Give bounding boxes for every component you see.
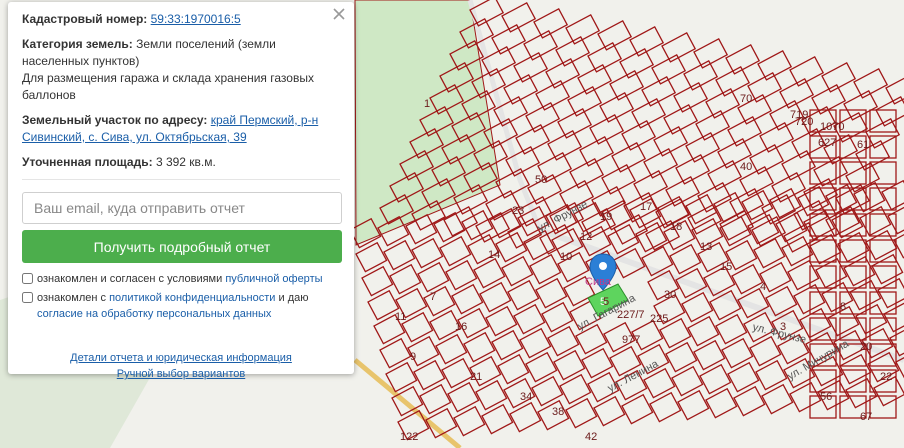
- report-details-link[interactable]: Детали отчета и юридическая информация: [70, 350, 292, 366]
- consent2-text-a: ознакомлен с: [37, 292, 107, 304]
- category-label: Категория земель:: [22, 37, 133, 51]
- cadastral-label: Кадастровый номер:: [22, 12, 148, 26]
- consent1-text: ознакомлен и согласен с условиями: [37, 273, 223, 285]
- parcel-number-label: 16: [455, 321, 467, 333]
- parcel-number-label: 20: [860, 341, 872, 353]
- parcel-number-label: 627: [818, 137, 836, 149]
- parcel-number-label: 34: [520, 391, 532, 403]
- parcel-number-label: 56: [820, 391, 832, 403]
- personal-data-consent-link[interactable]: согласие на обработку персональных данны…: [37, 308, 271, 320]
- privacy-checkbox[interactable]: [22, 292, 33, 303]
- parcel-number-label: 23: [512, 205, 524, 217]
- parcel-number-label: 70: [740, 93, 752, 105]
- offer-checkbox[interactable]: [22, 273, 33, 284]
- address-row: Земельный участок по адресу: край Пермск…: [22, 112, 340, 146]
- parcel-number-label: 13: [700, 241, 712, 253]
- parcel-number-label: 18: [670, 221, 682, 233]
- parcel-number-label: 21: [470, 371, 482, 383]
- parcel-number-label: 67: [860, 411, 872, 423]
- close-icon[interactable]: [331, 6, 347, 22]
- parcel-number-label: 12: [580, 231, 592, 243]
- get-report-button[interactable]: Получить подробный отчет: [22, 230, 342, 263]
- purpose-text: Для размещения гаража и склада хранения …: [22, 71, 314, 102]
- parcel-number-label: 122: [400, 431, 418, 443]
- area-value: 3 392 кв.м.: [155, 155, 216, 169]
- divider: [22, 179, 340, 180]
- category-row: Категория земель: Земли поселений (земли…: [22, 36, 340, 104]
- parcel-info-popup: Кадастровый номер: 59:33:1970016:5 Катег…: [8, 2, 354, 380]
- parcel-number-label: 11: [395, 311, 406, 323]
- area-label: Уточненная площадь:: [22, 155, 153, 169]
- parcel-number-label: 8: [840, 301, 846, 313]
- parcel-number-label: 10: [560, 251, 572, 263]
- offer-consent-checkbox[interactable]: ознакомлен и согласен с условиями публич…: [22, 271, 340, 287]
- address-label: Земельный участок по адресу:: [22, 113, 208, 127]
- parcel-number-label: 977: [622, 334, 640, 346]
- place-label: Сива: [585, 276, 612, 288]
- parcel-number-label: 42: [585, 431, 597, 443]
- privacy-policy-link[interactable]: политикой конфиденциальности: [109, 292, 275, 304]
- parcel-number-label: 225: [650, 313, 668, 325]
- parcel-number-label: 40: [740, 161, 752, 173]
- manual-selection-link[interactable]: Ручной выбор вариантов: [117, 366, 245, 382]
- consent2-text-b: и даю: [278, 292, 309, 304]
- parcel-number-label: 14: [488, 249, 500, 261]
- parcel-number-label: 17: [640, 201, 652, 213]
- parcel-number-label: 22: [880, 371, 892, 383]
- parcel-number-label: 1070: [820, 121, 844, 133]
- parcel-number-label: 19: [600, 211, 612, 223]
- parcel-number-label: 30: [664, 289, 676, 301]
- parcel-number-label: 15: [720, 261, 732, 273]
- cadastral-number-link[interactable]: 59:33:1970016:5: [151, 12, 241, 26]
- area-row: Уточненная площадь: 3 392 кв.м.: [22, 154, 340, 171]
- parcel-number-label: 38: [552, 406, 564, 418]
- public-offer-link[interactable]: публичной оферты: [225, 273, 322, 285]
- parcel-number-label: 50: [535, 174, 547, 186]
- parcel-number-label: 9: [410, 351, 416, 363]
- parcel-number-label: 61: [857, 139, 869, 151]
- email-input[interactable]: [22, 192, 342, 224]
- privacy-consent-checkbox[interactable]: ознакомлен с политикой конфиденциальност…: [22, 290, 340, 322]
- parcel-number-label: 4: [760, 281, 766, 293]
- parcel-number-label: 7: [430, 291, 436, 303]
- parcel-number-label: 720: [795, 116, 813, 128]
- cadastral-number-row: Кадастровый номер: 59:33:1970016:5: [22, 11, 340, 28]
- parcel-number-label: 1: [424, 98, 430, 110]
